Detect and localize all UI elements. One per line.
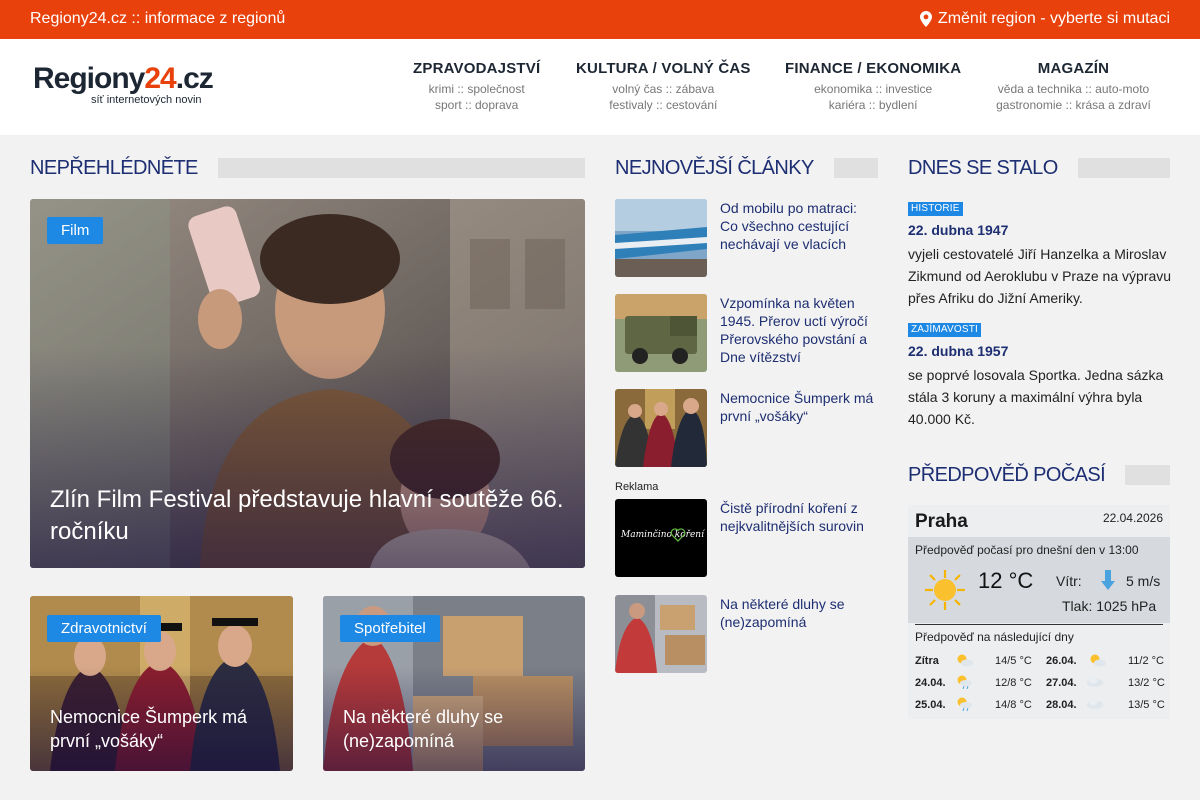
- nav-finance-label[interactable]: FINANCE / EKONOMIKA: [785, 60, 961, 77]
- wind-value: 5 m/s: [1126, 573, 1161, 589]
- history-badge[interactable]: ZAJÍMAVOSTI: [908, 323, 982, 337]
- latest-article-title[interactable]: Na některé dluhy se (ne)zapomíná: [720, 595, 878, 631]
- site-logo[interactable]: Regiony24.cz síť internetových novin: [33, 62, 214, 107]
- article-thumbnail: [615, 199, 707, 277]
- section-divider: [1077, 158, 1170, 178]
- section-dont-miss: NEPŘEHLÉDNĚTE: [30, 156, 585, 180]
- ad-logo-text: Maminčino koření: [621, 530, 704, 540]
- forecast-day: 27.04.: [1046, 677, 1077, 689]
- change-region-link[interactable]: Změnit region - vyberte si mutaci: [919, 10, 1170, 28]
- sun-rain-icon: [957, 675, 972, 689]
- forecast-day: 24.04.: [915, 677, 946, 689]
- nav-finance-sub1[interactable]: ekonomika :: investice: [785, 81, 961, 97]
- weather-forecast-label: Předpověď počasí pro dnešní den v 13:00: [915, 543, 1139, 557]
- latest-article-title[interactable]: Nemocnice Šumperk má první „vošáky“: [720, 389, 878, 425]
- sun-cloud-icon: [1090, 654, 1106, 667]
- article-thumbnail: [615, 595, 707, 673]
- latest-article-title[interactable]: Vzpomínka na květen 1945. Přerov uctí vý…: [720, 294, 878, 366]
- ad-title[interactable]: Čistě přírodní koření z nejkvalitnějších…: [720, 499, 878, 535]
- nav-magazine-label[interactable]: MAGAZÍN: [996, 60, 1151, 77]
- article-card[interactable]: Spotřebitel Na některé dluhy se (ne)zapo…: [323, 596, 585, 771]
- nav-culture-label[interactable]: KULTURA / VOLNÝ ČAS: [576, 60, 751, 77]
- map-pin-icon: [919, 11, 932, 27]
- cloud-icon: [1086, 677, 1104, 687]
- article-thumbnail: [615, 294, 707, 372]
- category-badge[interactable]: Zdravotnictví: [47, 615, 161, 642]
- history-date: 22. dubna 1957: [908, 343, 1009, 359]
- section-today-title: DNES SE STALO: [908, 156, 1058, 179]
- forecast-temps: 13/5 °C: [1128, 699, 1165, 711]
- section-latest: NEJNOVĚJŠÍ ČLÁNKY: [615, 156, 878, 180]
- forecast-day: 28.04.: [1046, 699, 1077, 711]
- section-divider: [833, 158, 878, 178]
- weather-widget[interactable]: Praha 22.04.2026 Předpověď počasí pro dn…: [908, 505, 1170, 719]
- weather-current: Předpověď počasí pro dnešní den v 13:00 …: [908, 537, 1170, 623]
- nav-news[interactable]: ZPRAVODAJSTVÍ krimi :: společnost sport :…: [413, 60, 540, 113]
- nav-finance-sub2[interactable]: kariéra :: bydlení: [785, 97, 961, 113]
- forecast-day: Zítra: [915, 655, 939, 667]
- forecast-day: 26.04.: [1046, 655, 1077, 667]
- weather-date: 22.04.2026: [1102, 511, 1163, 525]
- wind-label: Vítr:: [1056, 573, 1082, 589]
- forecast-temps: 14/8 °C: [995, 699, 1032, 711]
- latest-article-title[interactable]: Od mobilu po matraci: Co všechno cestují…: [720, 199, 878, 253]
- section-divider: [217, 158, 585, 178]
- hero-title[interactable]: Zlín Film Festival představuje hlavní so…: [50, 484, 565, 548]
- top-bar: Regiony24.cz :: informace z regionů Změn…: [0, 0, 1200, 39]
- nav-news-label[interactable]: ZPRAVODAJSTVÍ: [413, 60, 540, 77]
- section-weather: PŘEDPOVĚĎ POČASÍ: [908, 463, 1170, 487]
- category-badge[interactable]: Film: [47, 217, 104, 244]
- article-card[interactable]: Zdravotnictví Nemocnice Šumperk má první…: [30, 596, 293, 771]
- wind-arrow-icon: [1101, 570, 1115, 590]
- history-badge[interactable]: HISTORIE: [908, 202, 963, 216]
- section-weather-title: PŘEDPOVĚĎ POČASÍ: [908, 463, 1106, 486]
- forecast-temps: 13/2 °C: [1128, 677, 1165, 689]
- weather-city: Praha: [915, 511, 968, 532]
- nav-magazine[interactable]: MAGAZÍN věda a technika :: auto-moto gast…: [996, 60, 1151, 113]
- nav-finance[interactable]: FINANCE / EKONOMIKA ekonomika :: investi…: [785, 60, 961, 113]
- change-region-label: Změnit region - vyberte si mutaci: [937, 10, 1170, 27]
- history-date: 22. dubna 1947: [908, 222, 1009, 238]
- nav-news-sub2[interactable]: sport :: doprava: [413, 97, 540, 113]
- section-divider: [1125, 465, 1170, 485]
- header: Regiony24.cz síť internetových novin ZPR…: [0, 39, 1200, 135]
- section-today: DNES SE STALO: [908, 156, 1170, 180]
- logo-tagline: síť internetových novin: [91, 94, 202, 106]
- sun-icon: [925, 570, 965, 610]
- section-latest-title: NEJNOVĚJŠÍ ČLÁNKY: [615, 156, 814, 179]
- ad-label: Reklama: [615, 481, 659, 493]
- section-dont-miss-title: NEPŘEHLÉDNĚTE: [30, 156, 198, 179]
- pressure: Tlak: 1025 hPa: [1062, 598, 1157, 614]
- history-text: vyjeli cestovatelé Jiří Hanzelka a Miros…: [908, 246, 1172, 306]
- nav-magazine-sub2[interactable]: gastronomie :: krása a zdraví: [996, 97, 1151, 113]
- weather-next-label: Předpověď na následující dny: [915, 630, 1074, 644]
- article-title[interactable]: Na některé dluhy se (ne)zapomíná: [343, 705, 569, 753]
- nav-magazine-sub1[interactable]: věda a technika :: auto-moto: [996, 81, 1151, 97]
- history-text: se poprvé losovala Sportka. Jedna sázka …: [908, 367, 1164, 427]
- weather-temperature: 12 °C: [978, 568, 1034, 593]
- forecast-temps: 14/5 °C: [995, 655, 1032, 667]
- site-tagline[interactable]: Regiony24.cz :: informace z regionů: [30, 10, 285, 28]
- cloud-icon: [1086, 699, 1104, 709]
- forecast-temps: 11/2 °C: [1128, 655, 1164, 667]
- sun-rain-icon: [957, 697, 972, 711]
- nav-culture-sub1[interactable]: volný čas :: zábava: [576, 81, 751, 97]
- sun-cloud-icon: [957, 654, 973, 667]
- weather-divider: [915, 624, 1163, 625]
- category-badge[interactable]: Spotřebitel: [340, 615, 440, 642]
- article-thumbnail: [615, 389, 707, 467]
- nav-news-sub1[interactable]: krimi :: společnost: [413, 81, 540, 97]
- nav-culture-sub2[interactable]: festivaly :: cestování: [576, 97, 751, 113]
- article-title[interactable]: Nemocnice Šumperk má první „vošáky“: [50, 705, 277, 753]
- nav-culture[interactable]: KULTURA / VOLNÝ ČAS volný čas :: zábava f…: [576, 60, 751, 113]
- logo-text: Regiony24.cz: [33, 62, 214, 95]
- heart-icon: [670, 528, 686, 542]
- forecast-day: 25.04.: [915, 699, 946, 711]
- forecast-temps: 12/8 °C: [995, 677, 1032, 689]
- hero-article[interactable]: Film Zlín Film Festival představuje hlav…: [30, 199, 585, 568]
- ad-thumbnail: Maminčino koření: [615, 499, 707, 577]
